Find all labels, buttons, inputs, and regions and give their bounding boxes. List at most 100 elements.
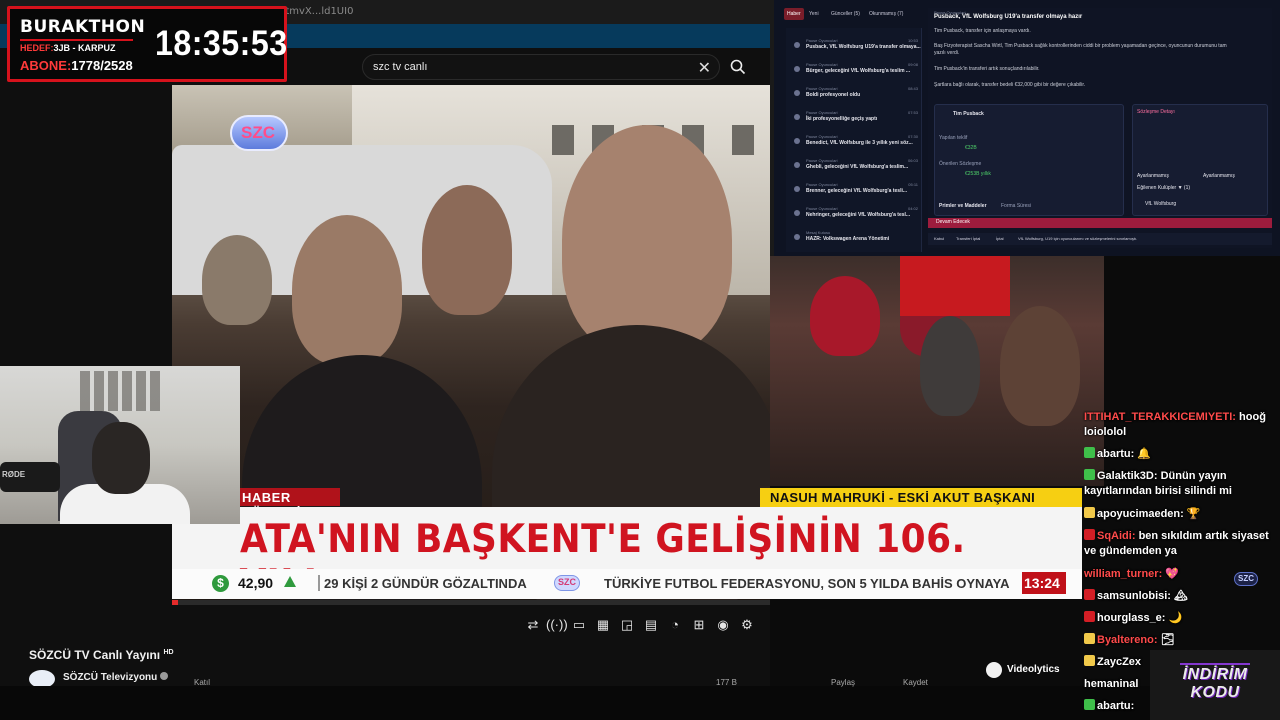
currency-rate: 42,90: [238, 575, 274, 591]
channel-logo-watermark: SZC: [1234, 572, 1258, 586]
article-line: Tim Pusback, transfer için anlaşmaya var…: [934, 28, 1031, 34]
player-card: Tim Pusback Yapılan teklif €32B Önerilen…: [934, 104, 1124, 216]
news-article: Pause Oyunculari Pusback, VfL Wolfsburg …: [928, 8, 1272, 248]
list-item[interactable]: Pause Oyunculari Boldi profesyonel oldu 08…: [790, 86, 920, 104]
cancel-button[interactable]: İptal: [996, 236, 1004, 241]
chat-message: Byaltereno: 🌫: [1084, 633, 1280, 648]
search-input[interactable]: szc tv canlı ✕: [362, 54, 720, 80]
pip-icon[interactable]: ◲: [618, 616, 636, 634]
live-icon[interactable]: ((·)): [546, 616, 568, 634]
status-message: VfL Wolfsburg, U19 için oyuncularımı ve …: [1018, 236, 1138, 241]
contract-card: Sözleşme Detayı Ayarlanmamış Ayarlanmamı…: [1132, 104, 1268, 216]
verified-icon: [160, 672, 169, 680]
news-ticker: $ 42,90 29 KİŞİ 2 GÜNDÜR GÖZALTINDA SZC …: [172, 569, 1082, 599]
offer-value: €32B: [965, 145, 977, 151]
crowd-person: [202, 235, 272, 325]
gear-icon[interactable]: ⚙: [738, 616, 756, 634]
alert-bar: Devam Edecek: [928, 218, 1272, 228]
calendar-icon[interactable]: ▦: [594, 616, 612, 634]
list-item[interactable]: Mesaj Kutusu HAZR: Volkswagen Arena Yönet…: [790, 230, 920, 248]
clip-icon[interactable]: ⊞: [690, 616, 708, 634]
channel-logo-small: SZC: [554, 575, 580, 591]
search-input-value: szc tv canlı: [373, 61, 428, 73]
ticker-item: TÜRKİYE FUTBOL FEDERASYONU, SON 5 YILDA …: [604, 576, 1010, 591]
chat-message: ITTIHAT_TERAKKICEMIYETI: hooğ loiololol: [1084, 411, 1266, 438]
article-line: Baş Fizyoterapist Sascha Wirtl, Tim Pusb…: [934, 43, 1227, 49]
ticker-clock: 13:24: [1022, 572, 1066, 594]
player-name[interactable]: Tim Pusback: [953, 111, 984, 117]
videolytics-icon: [986, 662, 1002, 678]
subtitles-icon[interactable]: ▭: [570, 616, 588, 634]
join-button[interactable]: Katıl: [194, 678, 210, 687]
tab-guncel[interactable]: Günceller (5): [828, 8, 863, 20]
sub-count: ABONE:1778/2528: [20, 58, 133, 73]
discount-code-promo: İNDİRİM KODU: [1150, 650, 1280, 720]
interested-clubs[interactable]: Eğilenen Kulüpler ▼ (1): [1137, 185, 1190, 191]
share-button[interactable]: Paylaş: [831, 678, 855, 687]
article-line: yazılı verdi.: [934, 50, 960, 56]
crowd-person: [292, 215, 402, 365]
chat-message: hourglass_e: 🌙: [1084, 611, 1280, 626]
list-item[interactable]: Pause Oyunculari Ghebli, geleceğini VfL W…: [790, 158, 920, 176]
chat-message: apoyucimaeden: 🏆: [1084, 507, 1280, 522]
screenshot-icon[interactable]: ◉: [714, 616, 732, 634]
search-button[interactable]: [724, 54, 752, 80]
accept-button[interactable]: Kabul: [934, 236, 944, 241]
save-button[interactable]: Kaydet: [903, 678, 928, 687]
streamer-name: BURAKTHON: [20, 17, 146, 37]
contract-title: Sözleşme Detayı: [1137, 109, 1175, 115]
salary-label: Önerilen Sözleşme: [939, 161, 982, 167]
list-item[interactable]: Pause Oyunculari Benedict, VfL Wolfsburg …: [790, 134, 920, 152]
promo-line: KODU: [1190, 684, 1240, 701]
wall-frames: [80, 371, 160, 411]
video-title: SÖZCÜ TV Canlı Yayını HD: [29, 648, 174, 662]
speaker-caption: NASUH MAHRUKİ - ESKİ AKUT BAŞKANI: [760, 488, 1082, 508]
article-line: Şartlara bağlı olarak, transfer bedeli €…: [934, 82, 1086, 88]
dollar-icon: $: [212, 575, 229, 592]
tab-yeni[interactable]: Yeni: [806, 8, 822, 20]
offer-label: Yapılan teklif: [939, 135, 968, 141]
crowd-person: [810, 276, 880, 356]
cancel-transfer-button[interactable]: Transferi İptal: [956, 236, 980, 241]
video-actions: Katıl 177 B Paylaş Kaydet: [190, 678, 950, 687]
tab-primler[interactable]: Primler ve Maddeler: [939, 203, 987, 209]
theater-icon[interactable]: ▤: [642, 616, 660, 634]
subathon-timer-box: BURAKTHON HEDEF:3JB - KARPUZ ABONE:1778/…: [7, 6, 287, 82]
list-item[interactable]: Pause Oyunculari Pusback, VfL Wolfsburg U…: [790, 38, 921, 56]
arrow-up-icon: [284, 576, 296, 587]
ticker-item: 29 KİŞİ 2 GÜNDÜR GÖZALTINDA: [324, 576, 527, 591]
video-progress-bar[interactable]: [172, 600, 770, 605]
inbox-list: Pause Oyunculari Pusback, VfL Wolfsburg U…: [786, 28, 922, 252]
goal-text: HEDEF:3JB - KARPUZ: [20, 43, 116, 53]
tab-forma[interactable]: Forma Süresi: [1001, 203, 1031, 209]
contract-field: Ayarlanmamış: [1203, 173, 1235, 179]
ticker-divider: [318, 575, 320, 591]
channel-name[interactable]: SÖZCÜ Televizyonu: [63, 672, 169, 683]
like-count[interactable]: 177 B: [716, 678, 737, 687]
contract-field: Ayarlanmamış: [1137, 173, 1169, 179]
divider: [20, 39, 133, 41]
action-bar: Kabul Transferi İptal İptal VfL Wolfsbur…: [928, 233, 1272, 245]
news-tag: HABER BÜLTENİ: [240, 488, 340, 520]
loop-icon[interactable]: ⇄: [524, 616, 542, 634]
chat-message: SqAidi: ben sıkıldım artık siyaset ve gü…: [1084, 529, 1269, 557]
speaker-face: [562, 125, 732, 355]
chat-message: samsunlobisi: 🏔: [1084, 589, 1280, 604]
turkish-flag: [900, 256, 1010, 316]
news-headline: ATA'NIN BAŞKENT'E GELİŞİNİN 106. YILI: [172, 507, 1082, 607]
promo-line: İNDİRİM: [1182, 666, 1248, 683]
close-icon[interactable]: ✕: [698, 58, 711, 78]
list-item[interactable]: Pause Oyunculari Nehringer, geleceğini Vf…: [790, 206, 920, 224]
tab-okunmamis[interactable]: Okunmamış (7): [866, 8, 906, 20]
article-line: Tim Pusback'in transferi artık sonuçland…: [934, 66, 1040, 72]
streamer-head: [92, 422, 150, 494]
list-item[interactable]: Pause Oyunculari Brenner, geleceğini VfL …: [790, 182, 920, 200]
speed-icon[interactable]: ◔: [666, 616, 684, 634]
crowd-person: [1000, 306, 1080, 426]
club-name: VfL Wolfsburg: [1145, 201, 1177, 207]
game-screen: Haber Yeni Günceller (5) Okunmamış (7) P…: [770, 0, 1280, 256]
list-item[interactable]: Pause Oyunculari Bürger, geleceğini VfL W…: [790, 62, 920, 80]
list-item[interactable]: Pause Oyunculari İki profesyonelliğe geçi…: [790, 110, 920, 128]
tab-haber[interactable]: Haber: [784, 8, 804, 20]
microphone: RØDE: [0, 462, 60, 492]
